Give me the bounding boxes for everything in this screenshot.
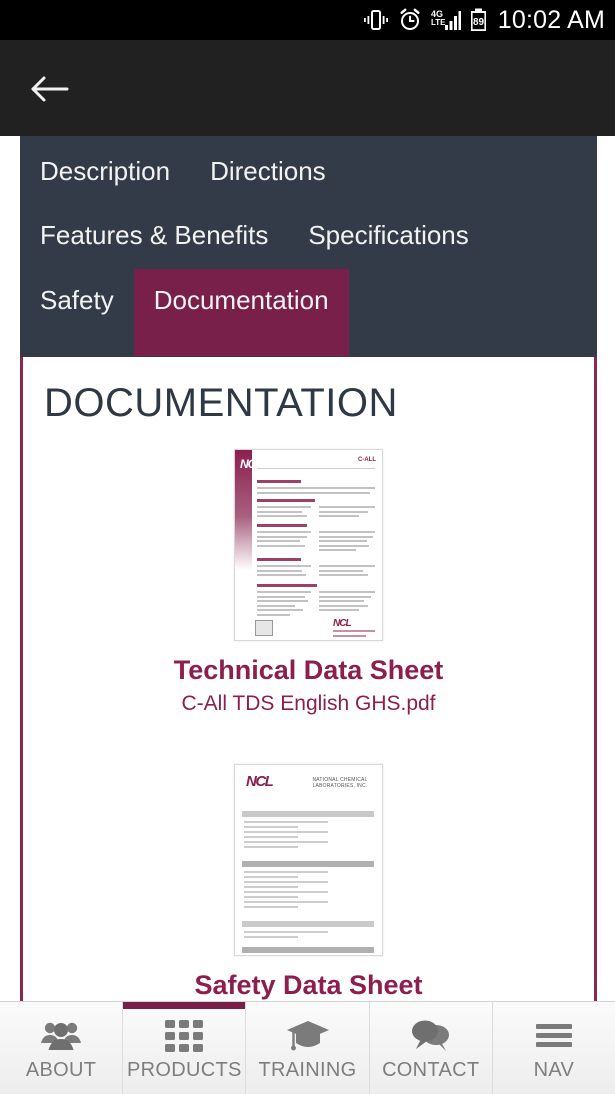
document-thumbnail-tds[interactable]: NCL C-ALL NCL (234, 449, 383, 641)
nav-label-products: PRODUCTS (126, 1059, 242, 1081)
tab-row-1: Description Directions (20, 136, 597, 202)
tab-row-2: Features & Benefits Specifications (20, 202, 597, 266)
alarm-icon (400, 8, 420, 30)
tab-description[interactable]: Description (20, 140, 190, 202)
grid-icon (164, 1016, 204, 1056)
document-thumbnail-sds[interactable]: NCL NATIONAL CHEMICAL LABORATORIES, INC. (234, 764, 383, 957)
svg-text:LTE: LTE (431, 18, 446, 27)
document-title-tds[interactable]: Technical Data Sheet (23, 655, 594, 686)
thumb-corner-title: C-ALL (358, 457, 376, 463)
nav-label-nav: NAV (533, 1059, 575, 1081)
status-icons: 4G LTE 89 (363, 8, 487, 32)
nav-label-contact: CONTACT (382, 1059, 480, 1081)
tab-documentation[interactable]: Documentation (133, 268, 349, 356)
battery-icon: 89 (470, 8, 486, 31)
document-item-tds: NCL C-ALL NCL Technical Data Sheet C-All… (23, 449, 594, 716)
vibrate-icon (363, 10, 388, 30)
nav-item-nav[interactable]: NAV (493, 1002, 615, 1094)
people-icon (40, 1016, 82, 1056)
thumb-company-name: NATIONAL CHEMICAL LABORATORIES, INC. (312, 777, 368, 790)
back-button[interactable] (26, 66, 72, 112)
hamburger-icon (534, 1016, 574, 1056)
nav-label-about: ABOUT (25, 1059, 97, 1081)
documentation-content: DOCUMENTATION NCL C-ALL NCL Technical Da… (20, 357, 597, 1007)
chat-bubbles-icon (410, 1016, 452, 1056)
battery-level-text: 89 (473, 17, 485, 28)
document-item-sds: NCL NATIONAL CHEMICAL LABORATORIES, INC.… (23, 764, 594, 1001)
tab-directions[interactable]: Directions (190, 140, 346, 202)
signal-icon: 4G LTE (431, 9, 461, 30)
tab-specifications[interactable]: Specifications (288, 204, 488, 266)
thumb-footer-box (255, 620, 273, 636)
status-bar: 4G LTE 89 10:02 AM (0, 0, 615, 40)
nav-item-products[interactable]: PRODUCTS (123, 1002, 247, 1094)
status-time: 10:02 AM (497, 5, 605, 34)
app-bar (0, 40, 615, 136)
thumb-logo-ncl-sds: NCL (246, 773, 274, 791)
document-title-sds[interactable]: Safety Data Sheet (23, 970, 594, 1001)
product-tab-panel: Description Directions Features & Benefi… (20, 136, 597, 357)
nav-item-about[interactable]: ABOUT (0, 1002, 124, 1094)
nav-item-contact[interactable]: CONTACT (370, 1002, 493, 1094)
page-title: DOCUMENTATION (44, 381, 398, 425)
tab-row-3: Safety Documentation (20, 267, 597, 356)
graduation-cap-icon (286, 1016, 330, 1056)
thumb-footer-logo: NCL (333, 618, 352, 629)
bottom-navigation: ABOUT PRODUCTS TRAINING CONTACT NAV (0, 1001, 615, 1094)
tab-safety[interactable]: Safety (20, 269, 134, 331)
nav-item-training[interactable]: TRAINING (246, 1002, 370, 1094)
tab-features-benefits[interactable]: Features & Benefits (20, 204, 288, 266)
nav-label-training: TRAINING (258, 1059, 357, 1081)
document-filename-tds: C-All TDS English GHS.pdf (181, 692, 436, 716)
back-arrow-icon (31, 76, 69, 102)
